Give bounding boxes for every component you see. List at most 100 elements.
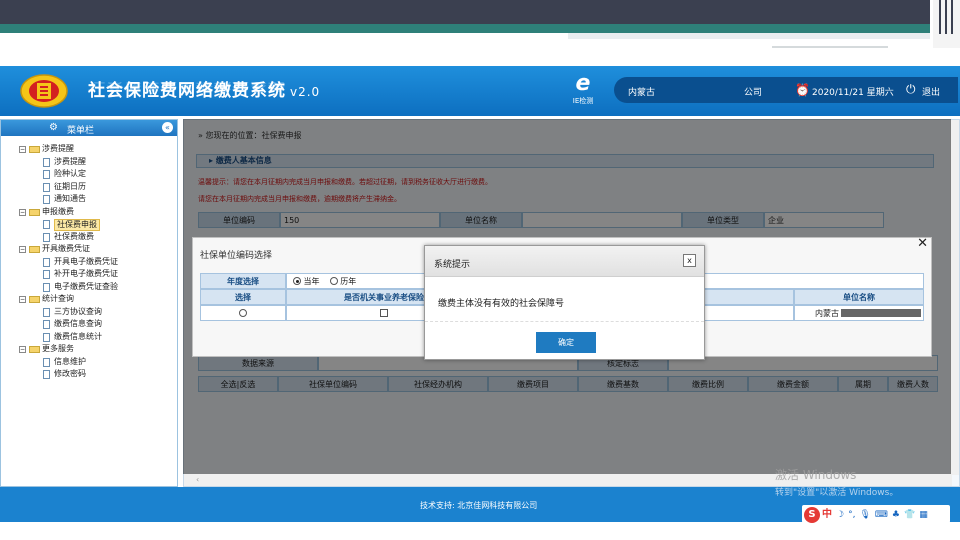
- year-current-label: 当年: [303, 277, 320, 286]
- shirt-icon[interactable]: 👕: [904, 510, 915, 520]
- sidebar-item[interactable]: 缴费信息查询: [1, 318, 177, 331]
- sidebar-item[interactable]: 信息维护: [1, 356, 177, 369]
- tech-support-text: 技术支持: 北京佳网科技有限公司: [420, 501, 538, 510]
- panel-close-icon[interactable]: ✕: [917, 236, 928, 251]
- document-icon: [43, 157, 50, 167]
- ie-check-label: IE检测: [572, 97, 594, 105]
- sidebar-title: 菜单栏: [67, 126, 95, 136]
- dialog-header: 系统提示 x: [425, 246, 704, 277]
- menu-tree: − 涉费提醒 涉费提醒险种认定 征期日历通知通告 − 申报缴费社保费申报 社保费缴费 − 开具缴…: [1, 136, 177, 381]
- dialog-close-button[interactable]: x: [683, 254, 696, 267]
- sidebar-item[interactable]: 险种认定: [1, 168, 177, 181]
- sidebar-item-label: 社保费申报: [54, 219, 100, 231]
- collapse-toggle-icon[interactable]: −: [19, 208, 26, 216]
- document-icon: [43, 357, 50, 367]
- presentation-slide: 社会保险费网络缴费系统 v2.0 社会保险费网络缴费系统 e IE检测 内蒙古 公…: [0, 0, 960, 540]
- document-icon: [43, 370, 50, 379]
- ie-check-button[interactable]: e IE检测: [566, 72, 600, 112]
- ime-mode-label[interactable]: 中: [822, 509, 832, 520]
- windows-activation-hint: 转到"设置"以激活 Windows。: [775, 488, 899, 498]
- sidebar-item[interactable]: 通知通告: [1, 193, 177, 206]
- document-icon: [43, 182, 50, 192]
- scroll-left-icon[interactable]: ‹: [196, 475, 199, 484]
- row-select-radio[interactable]: [239, 309, 247, 317]
- slide-decoration-bar: [0, 0, 930, 24]
- sidebar-item-label: 电子缴费凭证查验: [54, 281, 118, 291]
- year-history-label: 历年: [340, 277, 357, 286]
- dialog-divider: [425, 321, 704, 322]
- keyboard-icon[interactable]: ⌨: [875, 510, 888, 520]
- year-current-radio[interactable]: [293, 277, 301, 285]
- sidebar-item[interactable]: 开具电子缴费凭证: [1, 256, 177, 269]
- sidebar-item[interactable]: 缴费信息统计: [1, 331, 177, 344]
- sidebar-group[interactable]: − 申报缴费: [1, 206, 177, 219]
- sidebar-group-label: 统计查询: [42, 294, 74, 303]
- sidebar-item-label: 信息维护: [54, 356, 86, 366]
- sidebar-item-label: 修改密码: [54, 369, 86, 378]
- skin-icon[interactable]: ♣: [892, 510, 900, 520]
- sidebar-group[interactable]: − 涉费提醒: [1, 143, 177, 156]
- power-icon[interactable]: ⏻: [906, 82, 916, 97]
- sidebar-item-label: 涉费提醒: [54, 156, 86, 166]
- sidebar-menu: ⚙ 菜单栏 « − 涉费提醒 涉费提醒险种认定 征期日历通知通告 − 申报缴费社保费申报社…: [0, 119, 178, 487]
- folder-icon: [29, 246, 40, 253]
- sidebar-group[interactable]: − 开具缴费凭证: [1, 243, 177, 256]
- sidebar-item[interactable]: 三方协议查询: [1, 306, 177, 319]
- folder-icon: [29, 346, 40, 353]
- sidebar-item-label: 补开电子缴费凭证: [54, 269, 118, 278]
- row-is-public-checkbox[interactable]: [380, 309, 388, 317]
- datetime-label: 2020/11/21 星期六: [812, 88, 894, 98]
- collapse-toggle-icon[interactable]: −: [19, 246, 26, 253]
- slide-decoration-line: [772, 46, 888, 48]
- dialog-title: 系统提示: [434, 260, 471, 270]
- collapse-toggle-icon[interactable]: −: [19, 296, 26, 303]
- collapse-toggle-icon[interactable]: −: [19, 346, 26, 353]
- sidebar-item[interactable]: 征期日历: [1, 181, 177, 194]
- collapse-sidebar-button[interactable]: «: [162, 122, 173, 133]
- punctuation-icon[interactable]: °,: [848, 510, 855, 520]
- document-icon: [43, 282, 50, 292]
- region-label: 内蒙古: [628, 88, 656, 98]
- sidebar-item[interactable]: 电子缴费凭证查验: [1, 281, 177, 294]
- sidebar-header: ⚙ 菜单栏 «: [1, 120, 177, 136]
- folder-icon: [29, 146, 40, 153]
- col-select: 选择: [200, 289, 286, 305]
- logout-link[interactable]: 退出: [922, 85, 940, 98]
- sidebar-item[interactable]: 社保费申报: [1, 218, 177, 231]
- alarm-clock-icon: ⏰: [795, 83, 810, 97]
- sidebar-item[interactable]: 社保费缴费: [1, 231, 177, 244]
- gear-icon: ⚙: [49, 122, 58, 133]
- sidebar-group-label: 申报缴费: [42, 206, 74, 216]
- year-history-radio[interactable]: [329, 277, 338, 285]
- sidebar-item[interactable]: 修改密码: [1, 368, 177, 381]
- document-icon: [43, 220, 50, 229]
- ime-toolbar[interactable]: S 中 ☽ °, 🎙 ⌨ ♣ 👕 ▦: [802, 505, 950, 523]
- app-header: 社会保险费网络缴费系统 v2.0 社会保险费网络缴费系统 e IE检测 内蒙古 公…: [0, 66, 960, 116]
- document-icon: [43, 195, 50, 204]
- company-label: 公司: [744, 88, 763, 98]
- sidebar-item[interactable]: 补开电子缴费凭证: [1, 268, 177, 281]
- dialog-message: 缴费主体没有有效的社会保障号: [438, 299, 565, 309]
- document-icon: [43, 332, 50, 342]
- sidebar-group[interactable]: − 更多服务: [1, 343, 177, 356]
- sidebar-item-label: 征期日历: [54, 181, 86, 191]
- windows-activation-watermark: 激活 Windows: [775, 468, 857, 482]
- folder-icon: [29, 296, 40, 303]
- tax-emblem-logo: [20, 74, 68, 108]
- col-unit-name: 单位名称: [794, 289, 924, 305]
- moon-icon[interactable]: ☽: [836, 510, 844, 520]
- dialog-ok-button[interactable]: 确定: [536, 332, 596, 353]
- sidebar-group[interactable]: − 统计查询: [1, 293, 177, 306]
- sidebar-item[interactable]: 涉费提醒: [1, 156, 177, 169]
- row-unit-name-cell: 内蒙古: [794, 305, 924, 321]
- document-icon: [43, 320, 50, 329]
- collapse-toggle-icon[interactable]: −: [19, 146, 26, 153]
- folder-icon: [29, 208, 40, 216]
- toolbox-icon[interactable]: ▦: [919, 510, 928, 520]
- document-icon: [43, 232, 50, 242]
- document-icon: [43, 257, 50, 267]
- document-icon: [43, 270, 50, 279]
- vertical-scrollbar[interactable]: [950, 120, 959, 475]
- year-select-label: 年度选择: [200, 273, 286, 289]
- microphone-icon[interactable]: 🎙: [859, 510, 870, 520]
